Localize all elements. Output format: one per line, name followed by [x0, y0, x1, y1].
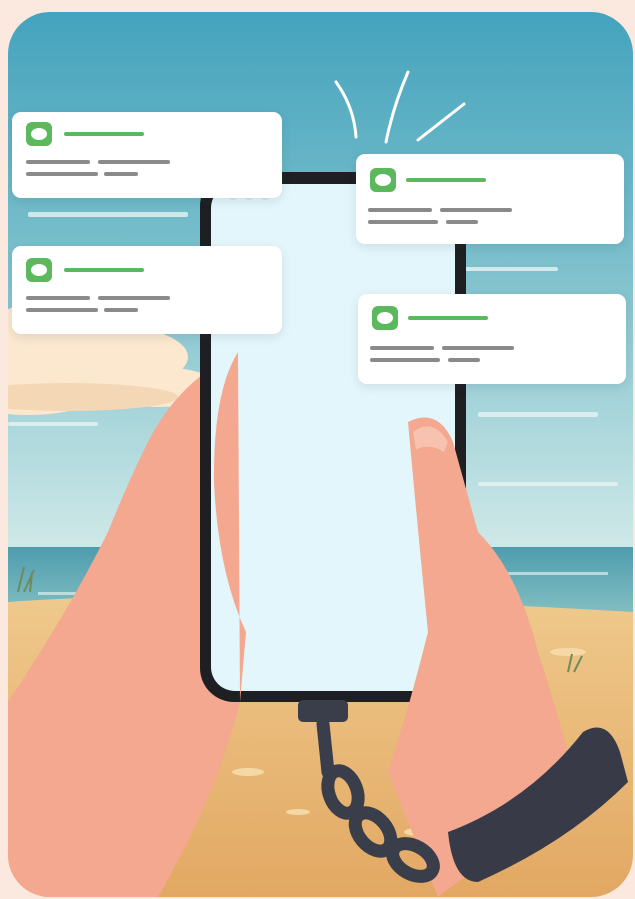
notification-card: [356, 154, 624, 244]
illustration-frame: [8, 12, 633, 897]
notification-card: [12, 246, 282, 334]
notification-card: [12, 112, 282, 198]
notification-card: [358, 294, 626, 384]
